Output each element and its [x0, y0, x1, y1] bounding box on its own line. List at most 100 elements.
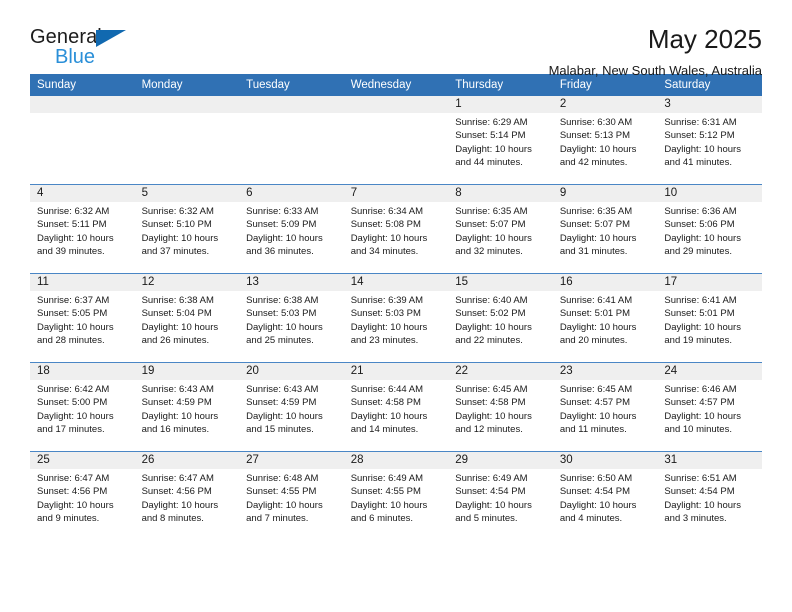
day-number-28[interactable]: 28: [343, 452, 449, 469]
day-number-18[interactable]: 18: [30, 363, 135, 380]
location-subtitle: Malabar, New South Wales, Australia: [548, 63, 762, 79]
sunset-text: Sunset: 5:14 PM: [455, 130, 526, 142]
daylight-text: Daylight: 10 hours and 44 minutes.: [455, 143, 532, 169]
day-number-3[interactable]: 3: [657, 96, 762, 113]
day-number-10[interactable]: 10: [657, 185, 762, 202]
day-cell-22[interactable]: Sunrise: 6:45 AM Sunset: 4:58 PM Daylight:…: [448, 380, 553, 451]
day-cell-14[interactable]: Sunrise: 6:39 AM Sunset: 5:03 PM Daylight:…: [343, 291, 449, 362]
day-number-23[interactable]: 23: [552, 363, 658, 380]
sunset-text: Sunset: 5:10 PM: [141, 219, 212, 231]
day-number-21[interactable]: 21: [343, 363, 449, 380]
day-number-4[interactable]: 4: [30, 185, 135, 202]
day-number-25[interactable]: 25: [30, 452, 135, 469]
day-number-empty: [239, 96, 344, 113]
day-number-6[interactable]: 6: [239, 185, 344, 202]
general-blue-logo[interactable]: General Blue: [30, 26, 140, 70]
day-number-13[interactable]: 13: [239, 274, 344, 291]
sunrise-text: Sunrise: 6:40 AM: [455, 295, 528, 306]
day-number-1[interactable]: 1: [448, 96, 553, 113]
day-number-27[interactable]: 27: [239, 452, 344, 469]
sunset-text: Sunset: 5:03 PM: [350, 308, 421, 320]
day-cell-9[interactable]: Sunrise: 6:35 AM Sunset: 5:07 PM Daylight:…: [552, 202, 658, 273]
daylight-text: Daylight: 10 hours and 26 minutes.: [141, 321, 219, 347]
sunrise-text: Sunrise: 6:45 AM: [559, 384, 633, 395]
daylight-text: Daylight: 10 hours and 7 minutes.: [246, 499, 323, 525]
day-number-7[interactable]: 7: [343, 185, 449, 202]
day-number-empty: [343, 96, 449, 113]
day-number-16[interactable]: 16: [552, 274, 658, 291]
sunrise-text: Sunrise: 6:35 AM: [455, 206, 528, 217]
day-cell-28[interactable]: Sunrise: 6:49 AM Sunset: 4:55 PM Daylight:…: [343, 469, 449, 540]
day-cell-18[interactable]: Sunrise: 6:42 AM Sunset: 5:00 PM Daylight:…: [30, 380, 135, 451]
day-cell-10[interactable]: Sunrise: 6:36 AM Sunset: 5:06 PM Daylight:…: [657, 202, 762, 273]
day-cell-12[interactable]: Sunrise: 6:38 AM Sunset: 5:04 PM Daylight:…: [134, 291, 240, 362]
daylight-text: Daylight: 10 hours and 29 minutes.: [664, 232, 741, 258]
day-number-12[interactable]: 12: [134, 274, 240, 291]
day-cell-1[interactable]: Sunrise: 6:29 AM Sunset: 5:14 PM Daylight:…: [448, 113, 553, 184]
sunrise-text: Sunrise: 6:37 AM: [37, 295, 110, 306]
day-number-11[interactable]: 11: [30, 274, 135, 291]
day-number-row: 4 5 6 7 8 9 10: [30, 185, 762, 202]
sunset-text: Sunset: 5:02 PM: [455, 308, 526, 320]
day-number-29[interactable]: 29: [448, 452, 553, 469]
day-cell-2[interactable]: Sunrise: 6:30 AM Sunset: 5:13 PM Daylight:…: [552, 113, 658, 184]
logo-triangle-icon: [96, 30, 126, 47]
sunset-text: Sunset: 4:54 PM: [664, 486, 735, 498]
day-number-26[interactable]: 26: [134, 452, 240, 469]
day-number-20[interactable]: 20: [239, 363, 344, 380]
day-number-22[interactable]: 22: [448, 363, 553, 380]
day-number-24[interactable]: 24: [657, 363, 762, 380]
day-cell-11[interactable]: Sunrise: 6:37 AM Sunset: 5:05 PM Daylight:…: [30, 291, 135, 362]
day-cell-13[interactable]: Sunrise: 6:38 AM Sunset: 5:03 PM Daylight:…: [239, 291, 344, 362]
day-cell-17[interactable]: Sunrise: 6:41 AM Sunset: 5:01 PM Daylight:…: [657, 291, 762, 362]
day-number-15[interactable]: 15: [448, 274, 553, 291]
day-number-14[interactable]: 14: [343, 274, 449, 291]
day-cell-29[interactable]: Sunrise: 6:49 AM Sunset: 4:54 PM Daylight:…: [448, 469, 553, 540]
sunrise-text: Sunrise: 6:34 AM: [350, 206, 424, 217]
sunrise-text: Sunrise: 6:38 AM: [141, 295, 214, 306]
day-cell-24[interactable]: Sunrise: 6:46 AM Sunset: 4:57 PM Daylight:…: [657, 380, 762, 451]
day-cell-8[interactable]: Sunrise: 6:35 AM Sunset: 5:07 PM Daylight:…: [448, 202, 553, 273]
day-cell-6[interactable]: Sunrise: 6:33 AM Sunset: 5:09 PM Daylight:…: [239, 202, 344, 273]
calendar-page: General Blue May 2025 Malabar, New South…: [0, 0, 792, 612]
day-number-17[interactable]: 17: [657, 274, 762, 291]
day-number-19[interactable]: 19: [134, 363, 240, 380]
sunset-text: Sunset: 4:59 PM: [141, 397, 212, 409]
day-number-30[interactable]: 30: [552, 452, 658, 469]
day-cell-15[interactable]: Sunrise: 6:40 AM Sunset: 5:02 PM Daylight:…: [448, 291, 553, 362]
day-cell-23[interactable]: Sunrise: 6:45 AM Sunset: 4:57 PM Daylight:…: [552, 380, 658, 451]
sunrise-text: Sunrise: 6:50 AM: [559, 473, 633, 484]
day-cell-5[interactable]: Sunrise: 6:32 AM Sunset: 5:10 PM Daylight:…: [134, 202, 240, 273]
sunrise-text: Sunrise: 6:35 AM: [559, 206, 633, 217]
day-cell-20[interactable]: Sunrise: 6:43 AM Sunset: 4:59 PM Daylight:…: [239, 380, 344, 451]
day-number-31[interactable]: 31: [657, 452, 762, 469]
day-cell-21[interactable]: Sunrise: 6:44 AM Sunset: 4:58 PM Daylight:…: [343, 380, 449, 451]
sunset-text: Sunset: 5:07 PM: [559, 219, 631, 231]
day-cell-16[interactable]: Sunrise: 6:41 AM Sunset: 5:01 PM Daylight:…: [552, 291, 658, 362]
sunset-text: Sunset: 5:13 PM: [559, 130, 631, 142]
daylight-text: Daylight: 10 hours and 41 minutes.: [664, 143, 741, 169]
day-cell-4[interactable]: Sunrise: 6:32 AM Sunset: 5:11 PM Daylight:…: [30, 202, 135, 273]
day-cell-19[interactable]: Sunrise: 6:43 AM Sunset: 4:59 PM Daylight:…: [134, 380, 240, 451]
day-cell-25[interactable]: Sunrise: 6:47 AM Sunset: 4:56 PM Daylight:…: [30, 469, 135, 540]
day-cell-26[interactable]: Sunrise: 6:47 AM Sunset: 4:56 PM Daylight:…: [134, 469, 240, 540]
day-number-8[interactable]: 8: [448, 185, 553, 202]
sunset-text: Sunset: 5:12 PM: [664, 130, 735, 142]
day-cell-30[interactable]: Sunrise: 6:50 AM Sunset: 4:54 PM Daylight:…: [552, 469, 658, 540]
sunrise-text: Sunrise: 6:32 AM: [37, 206, 110, 217]
daylight-text: Daylight: 10 hours and 8 minutes.: [141, 499, 219, 525]
day-cell-31[interactable]: Sunrise: 6:51 AM Sunset: 4:54 PM Daylight:…: [657, 469, 762, 540]
day-number-row: 123: [30, 96, 762, 113]
day-detail-row: Sunrise: 6:42 AM Sunset: 5:00 PM Daylight:…: [30, 380, 762, 451]
daylight-text: Daylight: 10 hours and 11 minutes.: [559, 410, 637, 436]
day-number-9[interactable]: 9: [552, 185, 658, 202]
sunset-text: Sunset: 4:56 PM: [37, 486, 108, 498]
day-number-2[interactable]: 2: [552, 96, 658, 113]
day-number-5[interactable]: 5: [134, 185, 240, 202]
sunset-text: Sunset: 5:07 PM: [455, 219, 526, 231]
day-cell-27[interactable]: Sunrise: 6:48 AM Sunset: 4:55 PM Daylight:…: [239, 469, 344, 540]
day-cell-3[interactable]: Sunrise: 6:31 AM Sunset: 5:12 PM Daylight:…: [657, 113, 762, 184]
day-cell-7[interactable]: Sunrise: 6:34 AM Sunset: 5:08 PM Daylight:…: [343, 202, 449, 273]
sunrise-text: Sunrise: 6:38 AM: [246, 295, 319, 306]
sunrise-text: Sunrise: 6:44 AM: [350, 384, 424, 395]
